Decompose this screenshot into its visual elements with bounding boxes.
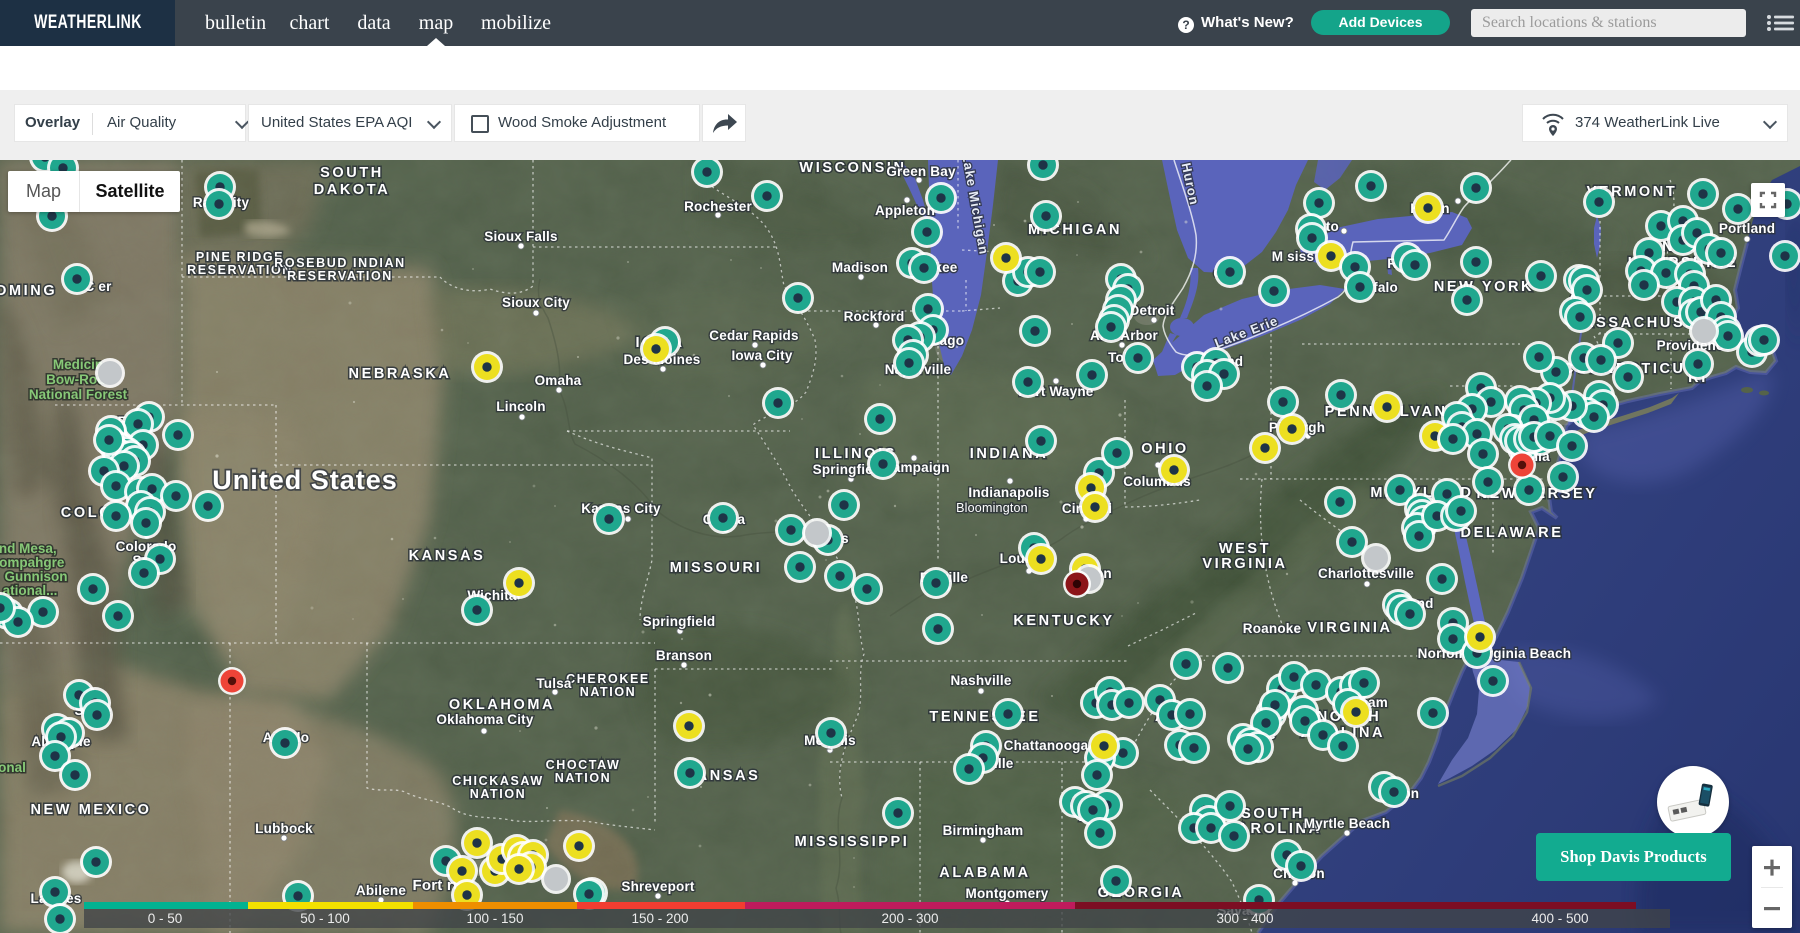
svg-text:onal: onal (0, 760, 26, 775)
svg-text:Shreveport: Shreveport (621, 879, 695, 894)
svg-text:Roanoke: Roanoke (1243, 621, 1302, 636)
svg-text:Detroit: Detroit (1130, 303, 1175, 318)
svg-text:DAKOTA: DAKOTA (314, 182, 391, 198)
svg-text:Portland: Portland (1719, 221, 1775, 236)
svg-text:CHEROKEE: CHEROKEE (566, 672, 650, 686)
svg-text:OKLAHOMA: OKLAHOMA (449, 697, 555, 713)
svg-text:ALABAMA: ALABAMA (939, 865, 1031, 881)
svg-text:KENTUCKY: KENTUCKY (1013, 613, 1114, 629)
svg-text:NATION: NATION (580, 685, 637, 699)
svg-text:Branson: Branson (656, 648, 712, 663)
svg-text:CHOCTAW: CHOCTAW (546, 758, 621, 772)
svg-text:DELAWARE: DELAWARE (1461, 525, 1564, 541)
svg-text:Springfield: Springfield (643, 614, 716, 629)
svg-text:VIRGINIA: VIRGINIA (1307, 620, 1392, 636)
svg-text:KANSAS: KANSAS (409, 548, 486, 564)
svg-text:Birmingham: Birmingham (943, 823, 1024, 838)
svg-text:NEW MEXICO: NEW MEXICO (30, 802, 151, 818)
svg-text:ROSEBUD INDIAN: ROSEBUD INDIAN (274, 256, 405, 270)
svg-text:TENNESSEE: TENNESSEE (929, 709, 1040, 725)
svg-text:NEBRASKA: NEBRASKA (349, 366, 452, 382)
svg-text:Green Bay: Green Bay (886, 164, 956, 179)
svg-text:Lubbock: Lubbock (255, 821, 313, 836)
svg-text:and Mesa,: and Mesa, (0, 541, 57, 556)
svg-text:Indianapolis: Indianapolis (968, 485, 1049, 500)
svg-text:ational...: ational... (3, 583, 58, 598)
svg-text:WEST: WEST (1219, 541, 1271, 557)
svg-text:OHIO: OHIO (1141, 441, 1188, 457)
svg-text:Oklahoma City: Oklahoma City (436, 712, 533, 727)
svg-text:Chattanooga: Chattanooga (1004, 738, 1089, 753)
svg-text:VIRGINIA: VIRGINIA (1202, 556, 1287, 572)
svg-text:Bloomington: Bloomington (956, 501, 1028, 515)
svg-text:NATION: NATION (555, 771, 612, 785)
svg-text:Tulsa: Tulsa (536, 676, 572, 691)
svg-text:Nashville: Nashville (950, 673, 1011, 688)
svg-text:National Forest: National Forest (29, 387, 128, 402)
svg-text:Rockford: Rockford (844, 309, 905, 324)
svg-text:Lincoln: Lincoln (496, 399, 545, 414)
svg-text:Appleton: Appleton (875, 203, 935, 218)
svg-text:SOUTH: SOUTH (320, 165, 384, 181)
svg-text:NATION: NATION (470, 787, 527, 801)
svg-text:Rochester: Rochester (684, 199, 752, 214)
svg-text:Abilene: Abilene (356, 883, 406, 898)
svg-text:Cedar Rapids: Cedar Rapids (709, 328, 798, 343)
svg-text:PINE RIDGE: PINE RIDGE (196, 250, 284, 264)
svg-text:Gunnison: Gunnison (5, 569, 68, 584)
svg-text:MISSOURI: MISSOURI (670, 560, 763, 576)
svg-text:Madison: Madison (832, 260, 888, 275)
svg-text:SOUTH: SOUTH (1241, 806, 1305, 822)
svg-text:Sioux City: Sioux City (502, 295, 570, 310)
svg-text:Iowa City: Iowa City (731, 348, 792, 363)
svg-text:compahgre: compahgre (0, 555, 65, 570)
svg-text:NEW YORK: NEW YORK (1434, 279, 1534, 295)
svg-text:CHICKASAW: CHICKASAW (452, 774, 543, 788)
svg-text:Montgomery: Montgomery (966, 886, 1049, 901)
svg-text:YOMING: YOMING (0, 283, 57, 299)
svg-text:Omaha: Omaha (535, 373, 582, 388)
svg-text:United States: United States (212, 465, 398, 495)
svg-text:MISSISSIPPI: MISSISSIPPI (795, 834, 910, 850)
svg-text:RESERVATION: RESERVATION (287, 269, 393, 283)
svg-text:Sioux Falls: Sioux Falls (484, 229, 557, 244)
svg-text:Myrtle Beach: Myrtle Beach (1304, 816, 1390, 831)
